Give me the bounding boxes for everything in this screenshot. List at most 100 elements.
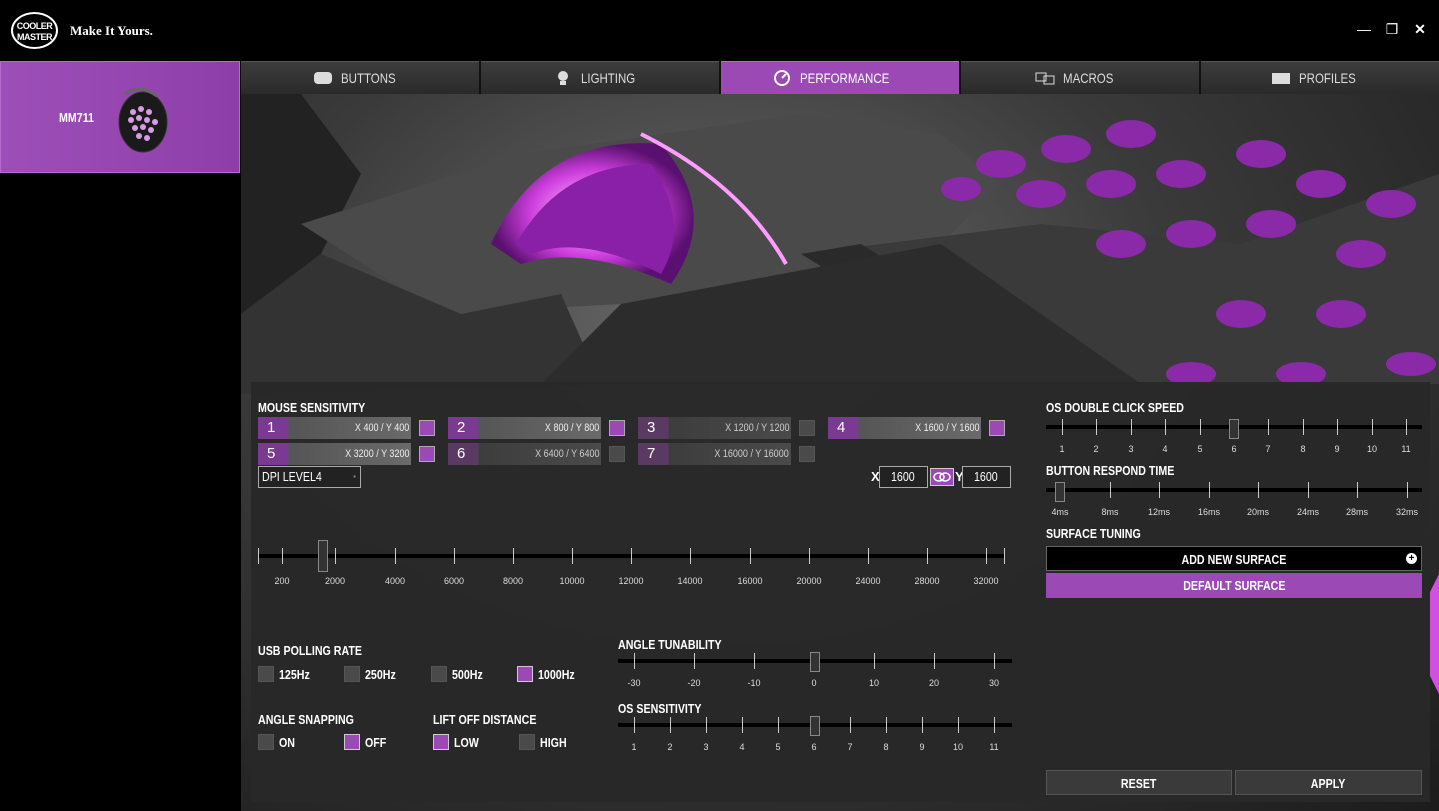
dpi-x-value: 1600 [890, 469, 915, 484]
dpi-slot-4[interactable]: 4 X 1600 / Y 1600 [828, 417, 981, 439]
dpi-slot-number: 5 [267, 445, 276, 462]
respond-time-tick [1308, 482, 1309, 498]
os-sens-tick-label: 9 [919, 742, 925, 752]
device-card-mm711[interactable]: MM711 [0, 61, 240, 173]
os-sens-tick-label: 11 [989, 742, 999, 752]
add-new-surface-button[interactable]: ADD NEW SURFACE + [1046, 546, 1422, 571]
polling-500-checkbox[interactable] [431, 666, 447, 682]
tab-lighting-label: LIGHTING [580, 70, 636, 86]
restore-button[interactable]: ❐ [1383, 20, 1401, 38]
reset-button[interactable]: RESET [1046, 770, 1232, 795]
dpi-slot-6[interactable]: 6 X 6400 / Y 6400 [448, 443, 601, 465]
dpi-slot-7-color[interactable] [799, 446, 815, 462]
dpi-slot-1[interactable]: 1 X 400 / Y 400 [258, 417, 411, 439]
dpi-slot-value: X 1200 / Y 1200 [724, 422, 789, 434]
dpi-tick [868, 548, 869, 564]
angle-snapping-on-checkbox[interactable] [258, 734, 274, 750]
dpi-slider-thumb[interactable] [318, 540, 328, 572]
close-button[interactable]: ✕ [1411, 20, 1429, 38]
cooler-master-logo: COOLER MASTER [11, 12, 58, 49]
dpi-tick-label: 20000 [796, 576, 822, 586]
dpi-slot-3[interactable]: 3 X 1200 / Y 1200 [638, 417, 791, 439]
angle-slider-thumb[interactable] [810, 652, 820, 672]
dpi-tick [454, 548, 455, 564]
angle-tick [874, 653, 875, 669]
dpi-tick-label: 4000 [384, 576, 406, 586]
performance-panel: MOUSE SENSITIVITY 1 X 400 / Y 400 2 X 80… [251, 382, 1430, 802]
dpi-minor-tick [258, 548, 259, 564]
tab-macros[interactable]: MACROS [961, 61, 1199, 94]
os-sens-slider-thumb[interactable] [810, 716, 820, 736]
double-click-tick [1096, 419, 1097, 435]
dpi-slot-2[interactable]: 2 X 800 / Y 800 [448, 417, 601, 439]
angle-tick [934, 653, 935, 669]
polling-125-checkbox[interactable] [258, 666, 274, 682]
double-click-tick [1303, 419, 1304, 435]
double-click-thumb[interactable] [1229, 419, 1239, 439]
dpi-tick [927, 548, 928, 564]
dpi-slot-5-color[interactable] [419, 446, 435, 462]
angle-tick-label: -10 [747, 678, 761, 688]
os-sens-tick [958, 717, 959, 733]
os-sens-tick-label: 1 [631, 742, 637, 752]
angle-tick-label: 0 [811, 678, 817, 688]
dpi-tick-label: 8000 [502, 576, 524, 586]
dpi-slot-2-color[interactable] [609, 420, 625, 436]
double-click-tick [1337, 419, 1338, 435]
respond-time-tick [1407, 482, 1408, 498]
os-sens-tick [850, 717, 851, 733]
mouse-device-icon [118, 88, 168, 153]
dpi-slot-5[interactable]: 5 X 3200 / Y 3200 [258, 443, 411, 465]
tab-profiles[interactable]: PROFILES [1201, 61, 1439, 94]
lift-off-low-checkbox[interactable] [433, 734, 449, 750]
os-sens-tick [922, 717, 923, 733]
double-click-tick-label: 4 [1162, 444, 1168, 454]
dpi-slot-number: 1 [267, 419, 276, 436]
respond-time-tick [1258, 482, 1259, 498]
dpi-tick-label: 32000 [973, 576, 999, 586]
dpi-tick-label: 200 [274, 576, 290, 586]
link-xy-button[interactable] [930, 468, 954, 486]
angle-snapping-off-checkbox[interactable] [344, 734, 360, 750]
dpi-tick [986, 548, 987, 564]
minimize-button[interactable]: — [1355, 20, 1373, 38]
dpi-slot-6-color[interactable] [609, 446, 625, 462]
dpi-x-input[interactable]: 1600 [879, 466, 928, 488]
os-sens-tick [706, 717, 707, 733]
dpi-slot-4-color[interactable] [989, 420, 1005, 436]
dpi-slot-1-color[interactable] [419, 420, 435, 436]
usb-polling-title: USB POLLING RATE [258, 643, 363, 658]
dpi-tick [572, 548, 573, 564]
respond-time-thumb[interactable] [1055, 482, 1065, 502]
lift-off-high-label: HIGH [540, 735, 567, 750]
apply-button[interactable]: APPLY [1235, 770, 1422, 795]
dpi-tick-label: 12000 [618, 576, 644, 586]
dpi-level-select[interactable]: DPI LEVEL4 ▪ [258, 466, 361, 488]
angle-tick-label: -30 [627, 678, 641, 688]
dpi-slot-number: 4 [837, 419, 846, 436]
lift-off-high-checkbox[interactable] [519, 734, 535, 750]
os-sens-tick [886, 717, 887, 733]
dpi-tick [809, 548, 810, 564]
dpi-y-input[interactable]: 1600 [962, 466, 1011, 488]
dpi-slot-number: 6 [457, 445, 466, 462]
angle-tick [754, 653, 755, 669]
dpi-tick-label: 24000 [855, 576, 881, 586]
dpi-slot-7[interactable]: 7 X 16000 / Y 16000 [638, 443, 791, 465]
default-surface-item[interactable]: DEFAULT SURFACE [1046, 573, 1422, 598]
dpi-slot-value: X 3200 / Y 3200 [344, 448, 409, 460]
dpi-slot-3-color[interactable] [799, 420, 815, 436]
double-click-tick-label: 2 [1093, 444, 1099, 454]
tab-lighting[interactable]: LIGHTING [481, 61, 719, 94]
polling-250-checkbox[interactable] [344, 666, 360, 682]
add-surface-label: ADD NEW SURFACE [1181, 552, 1287, 567]
os-sensitivity-title: OS SENSITIVITY [618, 701, 702, 716]
respond-time-tick-label: 28ms [1345, 507, 1368, 517]
device-name: MM711 [59, 110, 94, 125]
tab-performance[interactable]: PERFORMANCE [721, 61, 959, 94]
dpi-tick-label: 10000 [559, 576, 585, 586]
polling-1000-checkbox[interactable] [517, 666, 533, 682]
tab-buttons[interactable]: BUTTONS [241, 61, 479, 94]
dpi-tick-label: 14000 [677, 576, 703, 586]
os-sens-tick-label: 10 [952, 742, 963, 752]
